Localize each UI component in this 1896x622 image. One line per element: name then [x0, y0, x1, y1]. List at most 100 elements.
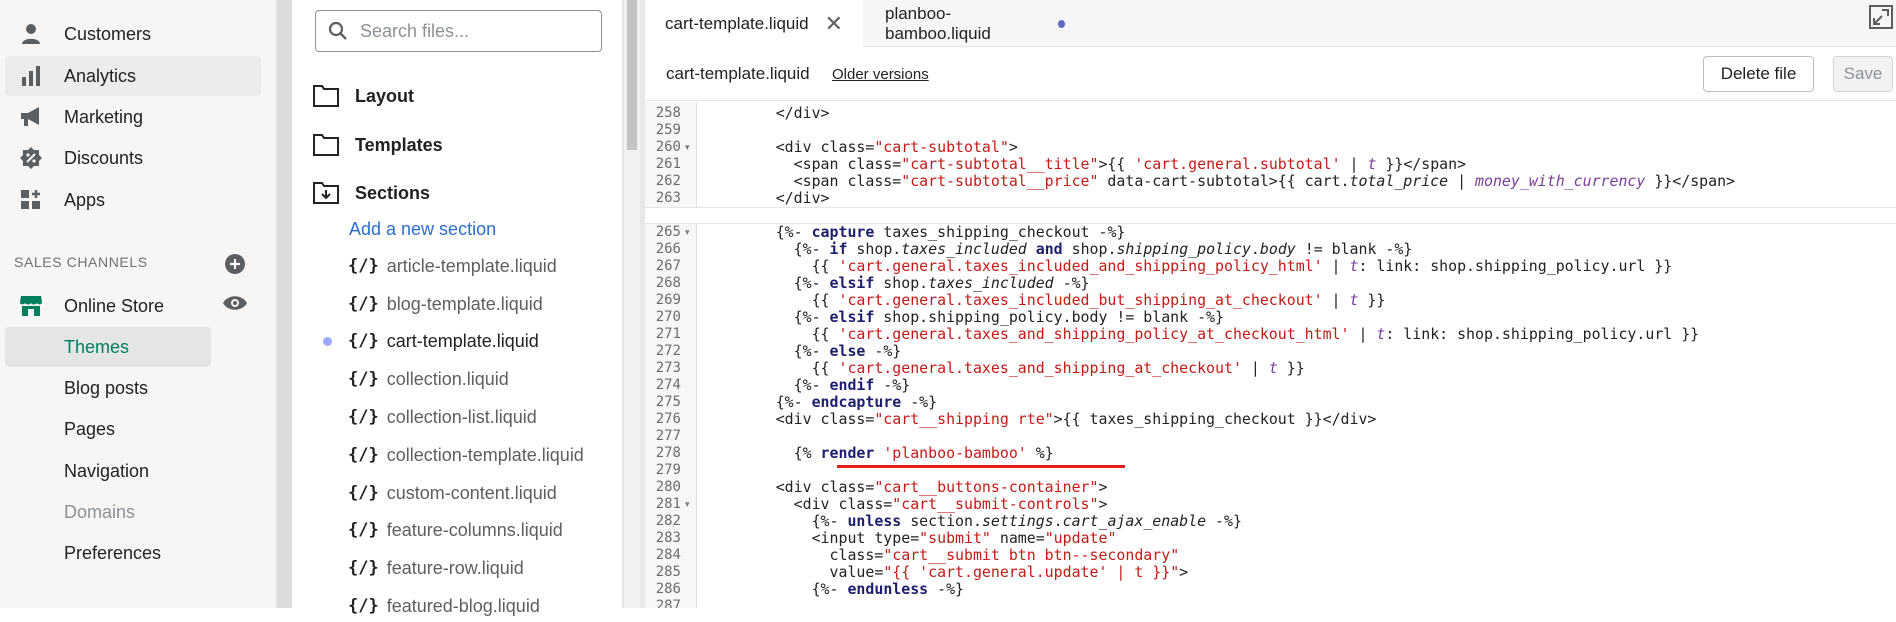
folder-label: Sections	[355, 182, 431, 203]
search-input[interactable]	[358, 19, 578, 43]
folder-open-icon	[313, 182, 339, 204]
liquid-file-icon: {/}	[348, 256, 379, 276]
sidebar-item-customers[interactable]: Customers	[5, 14, 261, 54]
code-line[interactable]: </div>	[645, 190, 1896, 207]
chevron-icon	[17, 0, 45, 8]
code-line-text: {%- if shop.taxes_included and shop.ship…	[704, 240, 1413, 258]
code-line[interactable]: {%- if shop.taxes_included and shop.ship…	[645, 241, 1896, 258]
code-line[interactable]: <div class="cart__buttons-container">	[645, 479, 1896, 496]
file-browser-scrollbar[interactable]	[623, 0, 640, 608]
code-line-text: class="cart__submit btn btn--secondary"	[704, 546, 1180, 564]
code-line[interactable]: <div class="cart__submit-controls">	[645, 496, 1896, 513]
code-line-text: {%- capture taxes_shipping_checkout -%}	[704, 223, 1126, 241]
sidebar-item-preferences[interactable]: Preferences	[5, 533, 211, 573]
editor-tab-bar: cart-template.liquid ✕ planboo-bamboo.li…	[645, 0, 1896, 47]
code-line-text: <input type="submit" name="update"	[704, 529, 1117, 547]
file-item[interactable]: {/} custom-content.liquid	[348, 477, 557, 509]
file-item[interactable]: {/} blog-template.liquid	[348, 288, 543, 320]
sidebar-item-apps[interactable]: Apps	[5, 180, 261, 220]
discount-icon	[17, 144, 45, 172]
scrollbar-thumb[interactable]	[627, 0, 637, 150]
code-line[interactable]: {{ 'cart.general.taxes_and_shipping_at_c…	[645, 360, 1896, 377]
older-versions-link[interactable]: Older versions	[832, 66, 929, 83]
sidebar-item-pages[interactable]: Pages	[5, 409, 211, 449]
code-line[interactable]: </div>	[645, 105, 1896, 122]
tab-label: cart-template.liquid	[665, 13, 809, 33]
code-line-text: </div>	[704, 189, 830, 207]
eye-icon[interactable]	[222, 293, 248, 313]
file-item[interactable]: {/} article-template.liquid	[348, 250, 557, 282]
sidebar-item-label: Analytics	[64, 65, 137, 86]
file-item[interactable]: {/} feature-columns.liquid	[348, 514, 563, 546]
code-line[interactable]: {%- endcapture -%}	[645, 394, 1896, 411]
code-line[interactable]	[645, 598, 1896, 608]
delete-file-button[interactable]: Delete file	[1703, 56, 1814, 92]
code-line[interactable]	[645, 122, 1896, 139]
code-line[interactable]: {% render 'planboo-bamboo' %}	[645, 445, 1896, 462]
code-line-text: {%- elsif shop.shipping_policy.body != b…	[704, 308, 1224, 326]
liquid-file-icon: {/}	[348, 407, 379, 427]
folder-icon	[313, 134, 339, 156]
sidebar-item-domains[interactable]: Domains	[5, 492, 211, 532]
code-line[interactable]: {%- elsif shop.shipping_policy.body != b…	[645, 309, 1896, 326]
bar-chart-icon	[17, 62, 45, 90]
code-line[interactable]: {%- capture taxes_shipping_checkout -%}	[645, 224, 1896, 241]
code-line[interactable]	[645, 207, 1896, 224]
tab-planboo-bamboo[interactable]: planboo-bamboo.liquid	[885, 0, 1065, 47]
sidebar-item-blog-posts[interactable]: Blog posts	[5, 368, 211, 408]
code-editor[interactable]: 258259260▾261262263264265▾26626726826927…	[645, 102, 1896, 608]
add-section-link[interactable]: Add a new section	[349, 219, 496, 240]
code-line[interactable]: <div class="cart-subtotal">	[645, 139, 1896, 156]
code-line[interactable]: class="cart__submit btn btn--secondary"	[645, 547, 1896, 564]
code-line[interactable]: {%- endunless -%}	[645, 581, 1896, 598]
code-line-text: {{ 'cart.general.taxes_and_shipping_at_c…	[704, 359, 1305, 377]
code-line[interactable]: {%- unless section.settings.cart_ajax_en…	[645, 513, 1896, 530]
code-line-text: <div class="cart__shipping rte">{{ taxes…	[704, 410, 1377, 428]
file-item[interactable]: {/} collection-template.liquid	[348, 439, 584, 471]
sidebar-item-navigation[interactable]: Navigation	[5, 451, 211, 491]
code-line[interactable]: value="{{ 'cart.general.update' | t }}">	[645, 564, 1896, 581]
code-line[interactable]: <span class="cart-subtotal__title">{{ 'c…	[645, 156, 1896, 173]
annotation-underline	[837, 465, 1125, 468]
sidebar-item-marketing[interactable]: Marketing	[5, 97, 261, 137]
liquid-file-icon: {/}	[348, 483, 379, 503]
code-line-text: {{ 'cart.general.taxes_and_shipping_poli…	[704, 325, 1700, 343]
save-button[interactable]: Save	[1833, 56, 1893, 92]
file-item[interactable]: {/} feature-row.liquid	[348, 552, 524, 584]
sidebar-item-orders-partial[interactable]	[5, 0, 261, 14]
code-line[interactable]: <span class="cart-subtotal__price" data-…	[645, 173, 1896, 190]
folder-templates[interactable]: Templates	[313, 127, 443, 163]
folder-sections[interactable]: Sections	[313, 175, 430, 211]
sidebar-item-discounts[interactable]: Discounts	[5, 138, 261, 178]
file-item[interactable]: {/} collection.liquid	[348, 363, 509, 395]
search-box	[315, 10, 602, 52]
code-line[interactable]: {{ 'cart.general.taxes_included_but_ship…	[645, 292, 1896, 309]
code-line[interactable]	[645, 428, 1896, 445]
code-line-text: <div class="cart__buttons-container">	[704, 478, 1108, 496]
code-line[interactable]	[645, 462, 1896, 479]
sidebar-item-themes[interactable]: Themes	[5, 327, 211, 367]
code-line[interactable]: {%- endif -%}	[645, 377, 1896, 394]
code-line[interactable]: <div class="cart__shipping rte">{{ taxes…	[645, 411, 1896, 428]
expand-icon[interactable]	[1868, 4, 1894, 30]
code-line-text: <span class="cart-subtotal__title">{{ 'c…	[704, 155, 1467, 173]
file-item-current[interactable]: {/} cart-template.liquid	[348, 325, 539, 357]
sidebar-item-analytics[interactable]: Analytics	[5, 56, 261, 96]
file-item[interactable]: {/} collection-list.liquid	[348, 401, 537, 433]
add-channel-icon[interactable]	[224, 253, 246, 275]
unsaved-indicator	[1057, 19, 1065, 28]
liquid-file-icon: {/}	[348, 294, 379, 314]
code-line[interactable]: {%- else -%}	[645, 343, 1896, 360]
code-line[interactable]: {{ 'cart.general.taxes_included_and_ship…	[645, 258, 1896, 275]
sidebar-scrollbar[interactable]	[277, 0, 292, 608]
tab-cart-template[interactable]: cart-template.liquid ✕	[645, 0, 863, 47]
folder-layout[interactable]: Layout	[313, 78, 414, 114]
code-line[interactable]: {%- elsif shop.taxes_included -%}	[645, 275, 1896, 292]
code-line[interactable]: <input type="submit" name="update"	[645, 530, 1896, 547]
code-line-text: {%- endcapture -%}	[704, 393, 938, 411]
liquid-file-icon: {/}	[348, 331, 379, 351]
code-line[interactable]: {{ 'cart.general.taxes_and_shipping_poli…	[645, 326, 1896, 343]
close-icon[interactable]: ✕	[825, 11, 843, 37]
file-item[interactable]: {/} featured-blog.liquid	[348, 590, 540, 622]
liquid-file-icon: {/}	[348, 596, 379, 616]
